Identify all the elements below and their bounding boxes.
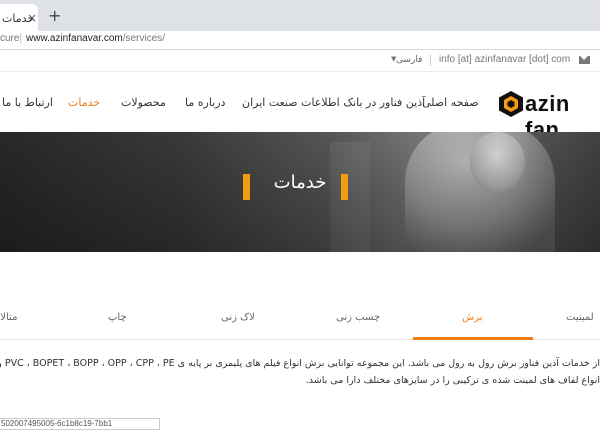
description-line: از خدمات آذین فناور برش رول به رول می با… bbox=[0, 358, 600, 369]
nav-item-about[interactable]: درباره ما bbox=[185, 96, 225, 109]
nav-item-services[interactable]: خدمات bbox=[68, 96, 100, 109]
mail-icon bbox=[579, 56, 590, 64]
address-url[interactable]: www.azinfanavar.com/services/ bbox=[26, 33, 165, 44]
service-tabs: لمینیت برش چسب زنی لاک زنی چاپ متالایز bbox=[0, 296, 600, 340]
nav-item-home[interactable]: صفحه اصلی bbox=[422, 96, 479, 109]
language-selector[interactable]: فارسی bbox=[396, 55, 422, 65]
tab-lamination[interactable]: لمینیت bbox=[566, 312, 594, 323]
id-field[interactable]: 502007495005-6c1b8c19-7bb1 bbox=[0, 418, 160, 430]
nav-item-products[interactable]: محصولات bbox=[121, 96, 166, 109]
nav-item-industry-db[interactable]: آذین فناور در بانک اطلاعات صنعت ایران bbox=[242, 96, 425, 109]
close-icon[interactable]: × bbox=[27, 11, 37, 25]
address-separator: | bbox=[19, 33, 23, 44]
main-nav: ارتباط با ما خدمات محصولات درباره ما آذی… bbox=[0, 72, 600, 142]
browser-tab[interactable]: خدمات × bbox=[0, 4, 38, 31]
description-line: انواع لفاف های لمینت شده ی ترکیبی را در … bbox=[305, 375, 600, 386]
hero-accent-bar-right bbox=[341, 174, 348, 200]
active-tab-indicator bbox=[413, 337, 533, 340]
divider bbox=[430, 55, 431, 66]
browser-tabstrip: خدمات × + bbox=[0, 0, 600, 31]
service-description: از خدمات آذین فناور برش رول به رول می با… bbox=[0, 355, 600, 389]
logo-mark-icon bbox=[499, 91, 523, 117]
tab-cutting[interactable]: برش bbox=[462, 312, 483, 323]
tab-lacquering[interactable]: لاک زنی bbox=[221, 312, 255, 323]
site-logo[interactable]: azin fan bbox=[498, 90, 600, 142]
page-title: خدمات bbox=[273, 172, 327, 193]
hero-banner: خدمات bbox=[0, 132, 600, 252]
tab-metallizing[interactable]: متالایز bbox=[0, 312, 17, 323]
tab-printing[interactable]: چاپ bbox=[108, 312, 127, 323]
new-tab-icon[interactable]: + bbox=[48, 6, 61, 25]
security-label[interactable]: cure bbox=[0, 33, 19, 44]
tab-gluing[interactable]: چسب زنی bbox=[336, 312, 380, 323]
top-info-bar: ▼ فارسی info [at] azinfanavar [dot] com bbox=[0, 50, 600, 72]
address-path: /services/ bbox=[122, 33, 165, 44]
address-host: www.azinfanavar.com bbox=[26, 33, 123, 44]
contact-email[interactable]: info [at] azinfanavar [dot] com bbox=[439, 54, 570, 65]
nav-item-contact[interactable]: ارتباط با ما bbox=[2, 96, 53, 109]
hero-accent-bar-left bbox=[243, 174, 250, 200]
address-bar[interactable]: cure | www.azinfanavar.com/services/ bbox=[0, 31, 600, 50]
